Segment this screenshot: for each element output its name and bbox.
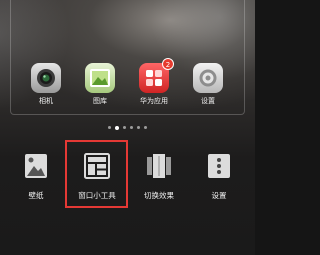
home-screen-edit-mode: 相机 图库 2 华为应用 设置 壁纸 窗口小工具 切换效果 设置 — [0, 0, 255, 255]
menu-label: 切换效果 — [144, 191, 174, 200]
app-label: 相机 — [39, 97, 53, 105]
app-huawei-appgallery[interactable]: 2 华为应用 — [132, 58, 176, 113]
wallpaper-icon — [21, 151, 51, 181]
app-label: 设置 — [201, 97, 215, 105]
menu-label: 壁纸 — [28, 191, 44, 200]
page-dot[interactable] — [130, 126, 133, 129]
app-settings[interactable]: 设置 — [186, 63, 230, 113]
gallery-icon — [85, 63, 115, 93]
highlight-box — [65, 140, 128, 208]
notification-badge: 2 — [162, 58, 174, 70]
transition-effects-icon — [144, 151, 174, 181]
more-settings-button[interactable]: 设置 — [189, 151, 249, 201]
app-label: 图库 — [93, 97, 107, 105]
page-dot[interactable] — [137, 126, 140, 129]
settings-icon — [193, 63, 223, 93]
appgallery-icon: 2 — [139, 58, 174, 93]
app-icons-row: 相机 图库 2 华为应用 设置 — [24, 58, 230, 113]
app-camera[interactable]: 相机 — [24, 63, 68, 113]
page-indicator — [0, 125, 255, 130]
menu-label: 设置 — [211, 191, 227, 200]
page-dot-active[interactable] — [115, 125, 119, 130]
page-dot[interactable] — [108, 126, 111, 129]
page-dot[interactable] — [144, 126, 147, 129]
more-settings-icon — [204, 151, 234, 181]
transition-effects-button[interactable]: 切换效果 — [129, 151, 189, 201]
app-label: 华为应用 — [140, 97, 168, 105]
app-gallery[interactable]: 图库 — [78, 63, 122, 113]
camera-icon — [31, 63, 61, 93]
wallpaper-button[interactable]: 壁纸 — [6, 151, 66, 201]
page-dot[interactable] — [123, 126, 126, 129]
